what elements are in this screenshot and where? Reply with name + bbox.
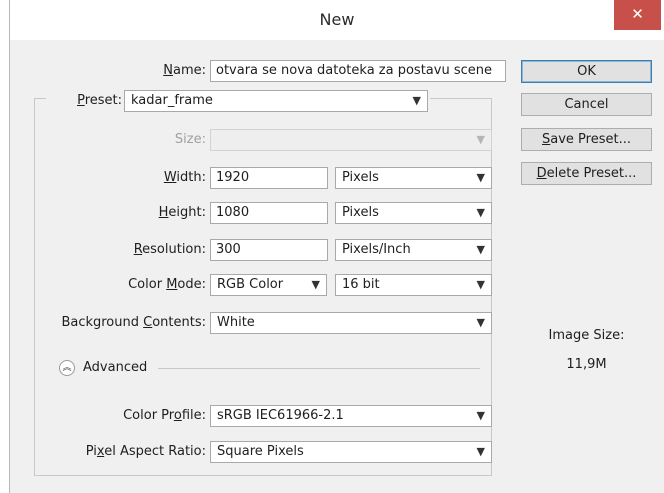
width-input[interactable]: 1920 <box>210 167 328 189</box>
name-label: Name: <box>163 63 206 78</box>
width-label: Width: <box>163 170 206 185</box>
preset-value: kadar_frame <box>131 93 213 108</box>
background-contents-label: Background Contents: <box>61 315 206 330</box>
cancel-button[interactable]: Cancel <box>521 93 652 116</box>
ok-button[interactable]: OK <box>521 60 652 83</box>
height-unit-select[interactable]: Pixels ▼ <box>335 202 492 224</box>
bit-depth-select[interactable]: 16 bit ▼ <box>335 274 492 296</box>
chevron-down-icon: ▼ <box>476 278 485 291</box>
width-unit-select[interactable]: Pixels ▼ <box>335 167 492 189</box>
preset-label: Preset: <box>77 93 122 108</box>
close-icon: ✕ <box>631 5 644 23</box>
size-select: ▼ <box>210 129 492 151</box>
advanced-toggle-label[interactable]: Advanced <box>83 358 147 378</box>
color-profile-select[interactable]: sRGB IEC61966-2.1 ▼ <box>210 405 492 427</box>
chevron-down-icon: ▼ <box>476 171 485 184</box>
height-label: Height: <box>158 205 206 220</box>
color-mode-label: Color Mode: <box>128 277 206 292</box>
name-input[interactable]: otvara se nova datoteka za postavu scene <box>210 60 506 82</box>
height-input[interactable]: 1080 <box>210 202 328 224</box>
chevron-up-double-icon[interactable]: ︽ <box>59 360 75 376</box>
chevron-down-icon: ▼ <box>476 206 485 219</box>
chevron-down-icon: ▼ <box>476 409 485 422</box>
image-size-value: 11,9M <box>566 357 607 372</box>
chevron-down-icon: ▼ <box>311 278 320 291</box>
preset-select[interactable]: kadar_frame ▼ <box>124 90 428 112</box>
window-title: New <box>319 10 355 29</box>
pixel-aspect-ratio-label: Pixel Aspect Ratio: <box>85 444 206 459</box>
delete-preset-button[interactable]: Delete Preset... <box>521 162 652 185</box>
chevron-down-icon: ▼ <box>476 445 485 458</box>
background-contents-select[interactable]: White ▼ <box>210 312 492 334</box>
pixel-aspect-ratio-select[interactable]: Square Pixels ▼ <box>210 441 492 463</box>
chevron-down-icon: ▼ <box>476 133 485 146</box>
resolution-label: Resolution: <box>133 242 206 257</box>
resolution-input[interactable]: 300 <box>210 239 328 261</box>
color-mode-select[interactable]: RGB Color ▼ <box>210 274 327 296</box>
color-profile-label: Color Profile: <box>123 408 206 423</box>
chevron-down-icon: ▼ <box>476 243 485 256</box>
size-label: Size: <box>174 132 206 147</box>
close-button[interactable]: ✕ <box>614 0 661 30</box>
image-size-label: Image Size: <box>548 328 625 343</box>
resolution-unit-select[interactable]: Pixels/Inch ▼ <box>335 239 492 261</box>
chevron-down-icon: ▼ <box>412 94 421 107</box>
chevron-down-icon: ▼ <box>476 316 485 329</box>
advanced-divider <box>158 368 480 369</box>
save-preset-button[interactable]: Save Preset... <box>521 128 652 151</box>
